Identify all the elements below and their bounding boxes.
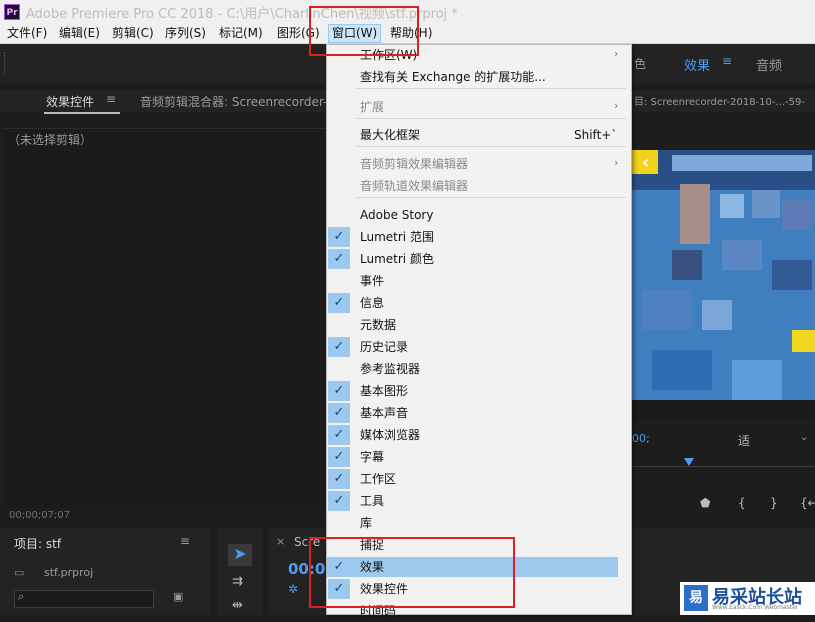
menu-item-1[interactable]: 查找有关 Exchange 的扩展功能... <box>360 66 546 88</box>
annotation-box-effects-items <box>309 537 515 608</box>
selection-tool-icon[interactable]: ➤ <box>228 544 252 566</box>
program-monitor-controls <box>632 420 815 520</box>
menu-item-12[interactable]: 历史记录 <box>360 336 408 358</box>
tab-program-monitor[interactable]: 目: Screenrecorder-2018-10-...-59- <box>634 93 805 108</box>
effect-controls-body <box>4 128 330 509</box>
back-arrow-icon: ‹ <box>642 152 650 173</box>
check-icon: ✓ <box>328 491 350 511</box>
mark-in-icon[interactable]: { <box>738 496 746 510</box>
menu-sequence[interactable]: 序列(S) <box>165 24 206 43</box>
premiere-app-icon: Pr <box>4 4 20 20</box>
toolbar-grip[interactable] <box>4 52 9 74</box>
menu-separator <box>356 118 626 119</box>
project-file-name: stf.prproj <box>44 566 94 579</box>
menu-edit[interactable]: 编辑(E) <box>59 24 100 43</box>
workspace-menu-icon[interactable]: ≡ <box>722 54 732 68</box>
snap-icon[interactable]: ✲ <box>288 582 298 596</box>
annotation-box-window-menu <box>309 6 419 56</box>
go-to-in-icon[interactable]: {← <box>800 496 815 510</box>
menu-item-14[interactable]: 基本图形 <box>360 380 408 402</box>
panel-menu-icon[interactable]: ≡ <box>106 92 116 106</box>
playhead-icon[interactable] <box>684 458 694 466</box>
effect-controls-timecode: 00;00;07;07 <box>9 510 71 521</box>
menu-item-3[interactable]: 最大化框架 <box>360 124 420 146</box>
folder-icon: ▭ <box>14 566 25 579</box>
track-select-tool-icon[interactable]: ⇉ <box>232 574 243 589</box>
watermark-logo-icon: 易 <box>684 585 708 611</box>
tab-effect-controls[interactable]: 效果控件 <box>46 93 94 110</box>
menu-item-20[interactable]: 库 <box>360 512 372 534</box>
search-icon: ⌕ <box>18 590 25 603</box>
watermark-subtext: Www.Easck.Com Webmaster <box>712 604 799 611</box>
menu-item-17[interactable]: 字幕 <box>360 446 384 468</box>
check-icon: ✓ <box>328 447 350 467</box>
menu-item-11[interactable]: 元数据 <box>360 314 396 336</box>
check-icon: ✓ <box>328 403 350 423</box>
check-icon: ✓ <box>328 227 350 247</box>
fit-dropdown[interactable]: 适 <box>738 432 750 449</box>
ripple-edit-tool-icon[interactable]: ⇹ <box>232 598 243 613</box>
menu-file[interactable]: 文件(F) <box>7 24 47 43</box>
chevron-down-icon[interactable]: ⌄ <box>800 432 808 443</box>
check-icon: ✓ <box>328 337 350 357</box>
menu-clip[interactable]: 剪辑(C) <box>112 24 154 43</box>
menu-item-5: 音频轨道效果编辑器 <box>360 179 469 193</box>
menu-item-16[interactable]: 媒体浏览器 <box>360 424 420 446</box>
project-search-input[interactable] <box>14 590 154 608</box>
no-clip-selected-label: （未选择剪辑） <box>8 133 93 147</box>
mark-out-icon[interactable]: } <box>770 496 778 510</box>
menu-marker[interactable]: 标记(M) <box>219 24 263 43</box>
check-icon: ✓ <box>328 293 350 313</box>
video-preview: ‹ <box>632 150 815 420</box>
menu-item-9[interactable]: 事件 <box>360 270 384 292</box>
submenu-arrow-icon: › <box>614 99 619 112</box>
menu-item-7[interactable]: Lumetri 范围 <box>360 226 434 248</box>
menu-separator <box>356 88 626 89</box>
shortcut-label: Shift+` <box>574 128 618 142</box>
menu-item-19[interactable]: 工具 <box>360 490 384 512</box>
workspace-tab-audio[interactable]: 音频 <box>756 55 782 74</box>
timeline-close-icon[interactable]: × <box>276 535 285 548</box>
menu-item-10[interactable]: 信息 <box>360 292 384 314</box>
workspace-tab-color-partial[interactable]: 色 <box>634 55 646 72</box>
new-bin-icon[interactable]: ▣ <box>173 590 183 603</box>
submenu-arrow-icon: › <box>614 47 619 60</box>
menu-item-8[interactable]: Lumetri 颜色 <box>360 248 434 270</box>
active-tab-underline <box>44 112 120 114</box>
tab-audio-clip-mixer[interactable]: 音频剪辑混合器: Screenrecorder-2 <box>140 93 335 110</box>
program-timecode-partial: 00; <box>632 432 650 445</box>
menu-separator <box>356 146 626 147</box>
menu-item-4: 音频剪辑效果编辑器 <box>360 157 469 171</box>
tab-project[interactable]: 项目: stf <box>14 535 61 552</box>
program-monitor-top <box>632 112 815 150</box>
submenu-arrow-icon: › <box>614 156 619 169</box>
workspace-tab-effects[interactable]: 效果 <box>684 55 710 74</box>
check-icon: ✓ <box>328 381 350 401</box>
project-menu-icon[interactable]: ≡ <box>180 534 190 548</box>
menu-separator <box>356 197 626 198</box>
menu-item-15[interactable]: 基本声音 <box>360 402 408 424</box>
menu-item-6[interactable]: Adobe Story <box>360 204 433 226</box>
check-icon: ✓ <box>328 469 350 489</box>
check-icon: ✓ <box>328 425 350 445</box>
time-ruler <box>632 466 815 467</box>
add-marker-icon[interactable]: ⬟ <box>700 496 710 510</box>
menu-item-13[interactable]: 参考监视器 <box>360 358 420 380</box>
check-icon: ✓ <box>328 249 350 269</box>
menu-item-18[interactable]: 工作区 <box>360 468 396 490</box>
menu-item-2: 扩展 <box>360 100 385 114</box>
